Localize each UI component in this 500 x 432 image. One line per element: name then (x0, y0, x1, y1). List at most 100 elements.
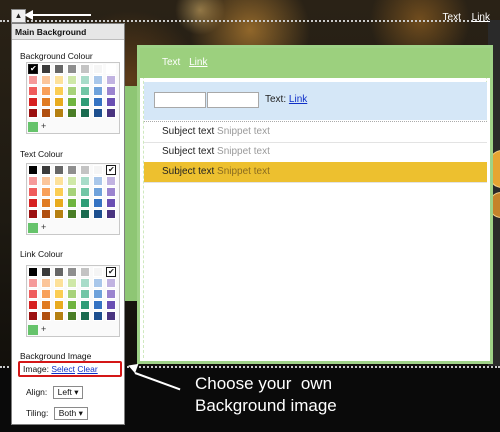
colour-swatch[interactable] (67, 64, 77, 74)
colour-swatch[interactable] (80, 278, 90, 288)
colour-swatch[interactable] (54, 75, 64, 85)
colour-swatch[interactable] (67, 165, 77, 175)
list-item[interactable]: Subject text Snippet text (144, 142, 487, 163)
list-item[interactable]: Subject text Snippet text (144, 122, 487, 143)
colour-swatch[interactable] (93, 311, 103, 321)
colour-swatch[interactable] (54, 209, 64, 219)
colour-swatch[interactable] (80, 209, 90, 219)
colour-swatch[interactable] (93, 278, 103, 288)
colour-swatch[interactable] (28, 209, 38, 219)
colour-swatch[interactable] (41, 64, 51, 74)
colour-swatch[interactable]: ✔ (106, 267, 116, 277)
colour-swatch[interactable] (80, 289, 90, 299)
colour-swatch[interactable] (67, 311, 77, 321)
colour-swatch[interactable] (93, 165, 103, 175)
colour-swatch[interactable] (28, 165, 38, 175)
link-colour-palette[interactable]: ✔ + (26, 265, 120, 337)
colour-swatch[interactable] (41, 75, 51, 85)
colour-swatch[interactable] (67, 300, 77, 310)
colour-swatch[interactable] (67, 267, 77, 277)
colour-swatch[interactable] (54, 300, 64, 310)
colour-swatch[interactable] (41, 97, 51, 107)
colour-swatch[interactable] (41, 289, 51, 299)
colour-swatch[interactable] (106, 75, 116, 85)
colour-swatch[interactable]: ✔ (106, 165, 116, 175)
colour-swatch[interactable] (80, 97, 90, 107)
text-colour-palette[interactable]: ✔ + (26, 163, 120, 235)
colour-swatch[interactable] (106, 97, 116, 107)
colour-swatch[interactable] (28, 75, 38, 85)
colour-swatch[interactable] (41, 108, 51, 118)
colour-swatch[interactable] (93, 86, 103, 96)
colour-swatch[interactable] (106, 108, 116, 118)
colour-swatch[interactable] (106, 209, 116, 219)
tiling-select[interactable]: Both ▾ (53, 407, 88, 420)
colour-swatch[interactable] (106, 278, 116, 288)
colour-swatch[interactable] (28, 187, 38, 197)
colour-swatch[interactable] (93, 97, 103, 107)
header-link[interactable]: Link (189, 57, 207, 68)
colour-swatch[interactable] (67, 97, 77, 107)
custom-colour-swatch[interactable] (28, 223, 38, 233)
background-colour-palette[interactable]: ✔ + (26, 62, 120, 134)
colour-swatch[interactable] (41, 267, 51, 277)
colour-swatch[interactable] (80, 267, 90, 277)
colour-swatch[interactable] (54, 86, 64, 96)
colour-swatch[interactable] (41, 176, 51, 186)
colour-swatch[interactable] (80, 198, 90, 208)
colour-swatch[interactable] (80, 75, 90, 85)
colour-swatch[interactable] (93, 64, 103, 74)
colour-swatch[interactable] (54, 97, 64, 107)
colour-swatch[interactable] (28, 176, 38, 186)
colour-swatch[interactable] (54, 267, 64, 277)
colour-swatch[interactable] (28, 97, 38, 107)
colour-swatch[interactable] (67, 108, 77, 118)
align-select[interactable]: Left ▾ (52, 386, 84, 399)
colour-swatch[interactable] (28, 311, 38, 321)
colour-swatch[interactable] (54, 278, 64, 288)
colour-swatch[interactable] (93, 75, 103, 85)
search-link[interactable]: Link (289, 94, 307, 105)
colour-swatch[interactable] (67, 187, 77, 197)
colour-swatch[interactable] (54, 311, 64, 321)
colour-swatch[interactable] (54, 64, 64, 74)
colour-swatch[interactable] (67, 75, 77, 85)
colour-swatch[interactable] (106, 187, 116, 197)
colour-swatch[interactable] (41, 278, 51, 288)
colour-swatch[interactable] (28, 278, 38, 288)
top-link[interactable]: Link (472, 12, 490, 23)
colour-swatch[interactable] (106, 289, 116, 299)
colour-swatch[interactable] (106, 300, 116, 310)
colour-swatch[interactable] (41, 187, 51, 197)
clear-image-link[interactable]: Clear (77, 364, 97, 374)
colour-swatch[interactable] (41, 300, 51, 310)
colour-swatch[interactable] (106, 176, 116, 186)
add-colour-icon[interactable]: + (41, 222, 46, 232)
colour-swatch[interactable] (41, 86, 51, 96)
colour-swatch[interactable] (80, 64, 90, 74)
colour-swatch[interactable] (80, 300, 90, 310)
colour-swatch[interactable] (80, 165, 90, 175)
colour-swatch[interactable] (67, 278, 77, 288)
colour-swatch[interactable] (28, 86, 38, 96)
add-colour-icon[interactable]: + (41, 121, 46, 131)
colour-swatch[interactable] (93, 108, 103, 118)
colour-swatch[interactable] (41, 165, 51, 175)
add-colour-icon[interactable]: + (41, 324, 46, 334)
colour-swatch[interactable] (54, 176, 64, 186)
colour-swatch[interactable] (106, 311, 116, 321)
colour-swatch[interactable] (54, 108, 64, 118)
colour-swatch[interactable] (41, 198, 51, 208)
colour-swatch[interactable] (54, 187, 64, 197)
colour-swatch[interactable] (93, 187, 103, 197)
colour-swatch[interactable] (93, 176, 103, 186)
colour-swatch[interactable] (67, 86, 77, 96)
colour-swatch[interactable] (80, 86, 90, 96)
colour-swatch[interactable] (28, 198, 38, 208)
colour-swatch[interactable] (106, 86, 116, 96)
colour-swatch[interactable] (80, 108, 90, 118)
colour-swatch[interactable] (93, 267, 103, 277)
colour-swatch[interactable] (28, 267, 38, 277)
colour-swatch[interactable] (80, 176, 90, 186)
custom-colour-swatch[interactable] (28, 325, 38, 335)
